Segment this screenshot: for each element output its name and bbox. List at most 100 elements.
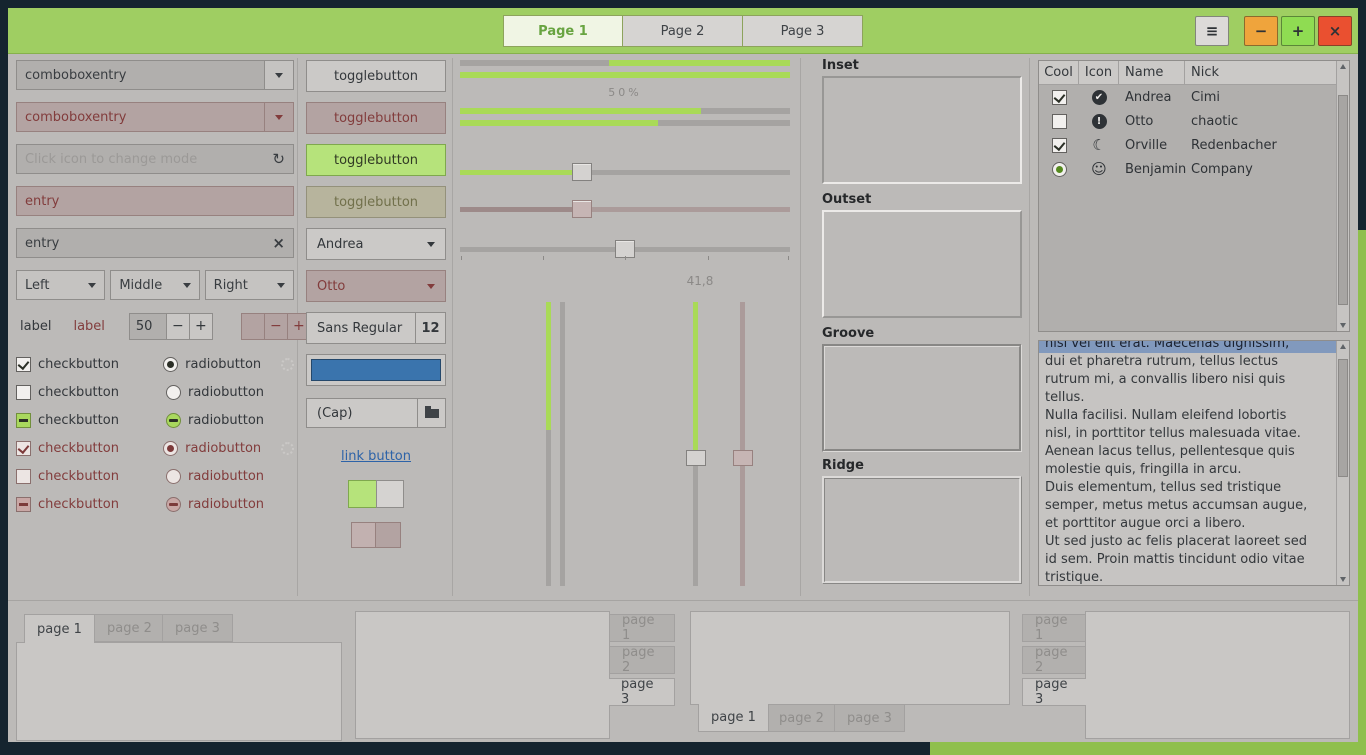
mode-entry-input[interactable] [25,152,272,167]
combobox-arrow-button-alt[interactable] [264,102,294,132]
spinbutton-alt-value[interactable] [241,313,265,340]
refresh-icon[interactable]: ↻ [272,150,285,168]
switch-on[interactable] [348,480,404,508]
scroll-up-icon[interactable] [1340,344,1346,349]
textview-scrollbar[interactable] [1336,341,1349,585]
mode-entry[interactable]: ↻ [16,144,294,174]
maximize-button[interactable]: + [1281,16,1315,46]
name-combobox[interactable]: Andrea [306,228,446,260]
nb1-tab-page3[interactable]: page 3 [162,614,233,642]
nb1-tab-page2[interactable]: page 2 [94,614,165,642]
checkbox-mixed[interactable] [16,413,31,428]
scroll-up-icon[interactable] [1340,64,1346,69]
file-chooser-value: (Cap) [307,399,417,427]
progress-percent-label: 50% [460,86,790,99]
menu-button[interactable]: ≡ [1195,16,1229,46]
comboboxentry-text[interactable] [25,68,256,83]
spin-alt-minus-button[interactable]: − [264,313,288,340]
checkbox-unchecked-alt[interactable] [16,469,31,484]
row-radio[interactable] [1052,162,1067,177]
nb3-tab-page1[interactable]: page 1 [698,704,769,732]
checkbox-checked[interactable] [16,357,31,372]
close-button[interactable]: × [1318,16,1352,46]
column-header-name[interactable]: Name [1119,61,1185,84]
nb4-tab-page3[interactable]: page 3 [1022,678,1086,706]
scrollbar-thumb[interactable] [1338,95,1348,305]
row-checkbox[interactable] [1052,138,1067,153]
entry-alt[interactable] [16,186,294,216]
tab-page-3[interactable]: Page 3 [743,15,863,47]
nb4-tab-page1[interactable]: page 1 [1022,614,1086,642]
table-row[interactable]: ! Otto chaotic [1039,109,1336,133]
entry-clearable[interactable]: × [16,228,294,258]
text-line: nisl, in porttitor tellus malesuada vita… [1045,425,1336,443]
tree-scrollbar[interactable] [1336,61,1349,331]
vscale-normal[interactable] [686,302,706,586]
spin-minus-button[interactable]: − [166,313,190,340]
switch-knob[interactable] [376,480,404,508]
link-button[interactable]: link button [306,449,446,464]
table-row[interactable]: ✔ Andrea Cimi [1039,85,1336,109]
scrollbar-thumb[interactable] [1338,359,1348,477]
scroll-down-icon[interactable] [1340,323,1346,328]
combobox-arrow-button[interactable] [264,60,294,90]
radio-mixed-alt[interactable] [166,497,181,512]
nb3-tab-page3[interactable]: page 3 [834,704,905,732]
scale-handle[interactable] [686,450,706,466]
name-combobox-alt[interactable]: Otto [306,270,446,302]
scale-handle[interactable] [572,163,592,181]
comboboxentry-input-alt[interactable] [16,102,264,132]
nb2-tab-page2[interactable]: page 2 [609,646,675,674]
nb3-tab-page2[interactable]: page 2 [766,704,837,732]
radio-mixed[interactable] [166,413,181,428]
spin-plus-button[interactable]: + [189,313,213,340]
nb1-tab-page1[interactable]: page 1 [24,614,95,643]
textview-content[interactable]: nisi vel elit erat. Maecenas dignissim, … [1039,341,1336,585]
entry-alt-input[interactable] [25,194,285,209]
hscale-normal[interactable] [460,162,790,182]
checkbox-checked-alt[interactable] [16,441,31,456]
column-header-icon[interactable]: Icon [1079,61,1119,84]
nb2-tab-page3[interactable]: page 3 [609,678,675,706]
togglebutton-olive[interactable]: togglebutton [306,186,446,218]
scroll-down-icon[interactable] [1340,577,1346,582]
comboboxentry-input[interactable] [16,60,264,90]
nb4-tab-page2[interactable]: page 2 [1022,646,1086,674]
minimize-button[interactable]: − [1244,16,1278,46]
spinbutton-value[interactable]: 50 [129,313,167,340]
radio-selected[interactable] [163,357,178,372]
file-chooser-button[interactable]: (Cap) [306,398,446,428]
table-row[interactable]: ☾ Orville Redenbacher [1039,133,1336,157]
row-checkbox[interactable] [1052,90,1067,105]
textview[interactable]: nisi vel elit erat. Maecenas dignissim, … [1038,340,1350,586]
togglebutton-alt[interactable]: togglebutton [306,102,446,134]
hscale-marks[interactable] [460,239,790,259]
checkbox-unchecked[interactable] [16,385,31,400]
row-checkbox[interactable] [1052,114,1067,129]
togglebutton-normal[interactable]: togglebutton [306,60,446,92]
column-header-cool[interactable]: Cool [1039,61,1079,84]
table-row[interactable]: ☺ Benjamin Company [1039,157,1336,181]
checkbutton-label: checkbutton [38,357,119,372]
comboboxentry-text-alt[interactable] [25,110,256,125]
radio-unselected[interactable] [166,385,181,400]
dropdown-right[interactable]: Right [205,270,294,300]
nb2-tab-page1[interactable]: page 1 [609,614,675,642]
column-header-nick[interactable]: Nick [1185,61,1336,84]
color-button[interactable] [306,354,446,386]
clear-icon[interactable]: × [272,234,285,252]
togglebutton-active[interactable]: togglebutton [306,144,446,176]
tab-page-1[interactable]: Page 1 [503,15,623,47]
font-button[interactable]: Sans Regular 12 [306,312,446,344]
switch-off[interactable] [351,522,401,548]
checkbox-mixed-alt[interactable] [16,497,31,512]
radio-selected-alt[interactable] [163,441,178,456]
radio-unselected-alt[interactable] [166,469,181,484]
entry-clearable-input[interactable] [25,236,272,251]
tab-page-2[interactable]: Page 2 [623,15,743,47]
dropdown-middle[interactable]: Middle [110,270,199,300]
switch-knob[interactable] [351,522,376,548]
progressbar-73 [460,108,790,114]
dropdown-left[interactable]: Left [16,270,105,300]
name-combobox-value: Andrea [317,237,363,252]
